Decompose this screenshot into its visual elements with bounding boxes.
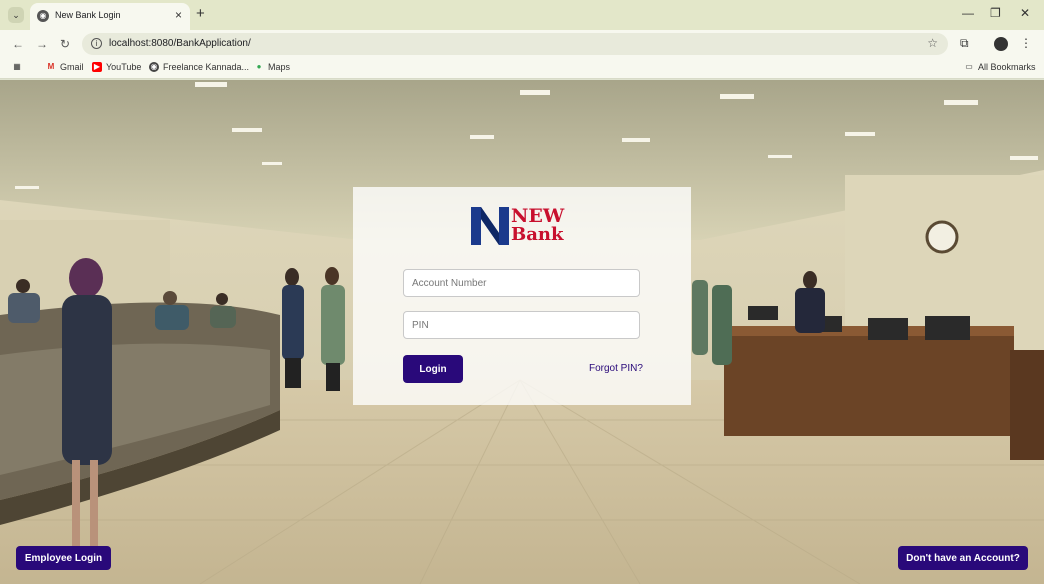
forgot-pin-link[interactable]: Forgot PIN? — [589, 363, 643, 374]
bookmark-freelance[interactable]: ◉ Freelance Kannada... — [149, 62, 249, 72]
gmail-icon: M — [47, 62, 55, 71]
browser-tab-bar: ⌄ ◉ New Bank Login × + — ❐ ✕ — [0, 0, 1044, 30]
apps-icon[interactable]: ▦ — [12, 62, 22, 72]
address-toolbar: ← → ↻ i localhost:8080/BankApplication/ … — [0, 30, 1044, 59]
all-bookmarks-label: All Bookmarks — [978, 62, 1036, 72]
bookmarks-bar: ▦ M Gmail ▶ YouTube ◉ Freelance Kannada.… — [0, 59, 1044, 79]
globe-icon: ◉ — [37, 10, 49, 22]
url-text: localhost:8080/BankApplication/ — [109, 38, 251, 49]
employee-login-button[interactable]: Employee Login — [16, 546, 111, 570]
bookmark-label: Maps — [268, 62, 291, 72]
bank-logo: NEW Bank — [471, 205, 575, 247]
create-account-button[interactable]: Don't have an Account? — [898, 546, 1028, 570]
window-close-icon[interactable]: ✕ — [1020, 6, 1030, 20]
back-icon[interactable]: ← — [12, 37, 24, 51]
bookmark-maps[interactable]: ● Maps — [254, 62, 290, 72]
account-number-input[interactable] — [403, 269, 640, 297]
page-content: NEW Bank Login Forgot PIN? Employee Logi… — [0, 80, 1044, 584]
bookmark-youtube[interactable]: ▶ YouTube — [92, 62, 141, 72]
close-icon[interactable]: × — [175, 8, 182, 22]
minimize-icon[interactable]: — — [962, 6, 974, 20]
reload-icon[interactable]: ↻ — [60, 37, 70, 51]
star-icon[interactable]: ☆ — [927, 36, 938, 50]
login-button[interactable]: Login — [403, 355, 463, 383]
forward-icon[interactable]: → — [36, 37, 48, 51]
logo-text-bank: Bank — [511, 224, 564, 245]
bookmark-label: YouTube — [106, 62, 142, 72]
more-icon[interactable]: ⋮ — [1020, 36, 1032, 50]
info-icon[interactable]: i — [91, 38, 102, 49]
extensions-icon[interactable]: ⧉ — [960, 36, 969, 51]
restore-icon[interactable]: ❐ — [990, 6, 1001, 20]
tab-search-icon[interactable]: ⌄ — [8, 7, 24, 23]
n-logo-icon — [471, 207, 509, 245]
avatar[interactable] — [994, 37, 1008, 51]
bookmark-label: Gmail — [60, 62, 84, 72]
pin-input[interactable] — [403, 311, 640, 339]
bookmark-gmail[interactable]: M Gmail — [46, 62, 84, 72]
browser-tab[interactable]: ◉ New Bank Login × — [30, 3, 190, 30]
globe-icon: ◉ — [149, 62, 159, 72]
youtube-icon: ▶ — [92, 62, 102, 72]
folder-icon: ▭ — [965, 62, 973, 71]
tab-title: New Bank Login — [55, 10, 121, 20]
login-card: NEW Bank Login Forgot PIN? — [353, 187, 691, 405]
maps-icon: ● — [256, 62, 262, 71]
address-bar[interactable]: i localhost:8080/BankApplication/ ☆ — [82, 33, 948, 55]
new-tab-icon[interactable]: + — [196, 5, 205, 22]
bookmark-label: Freelance Kannada... — [163, 62, 250, 72]
all-bookmarks[interactable]: ▭ All Bookmarks — [964, 62, 1036, 72]
